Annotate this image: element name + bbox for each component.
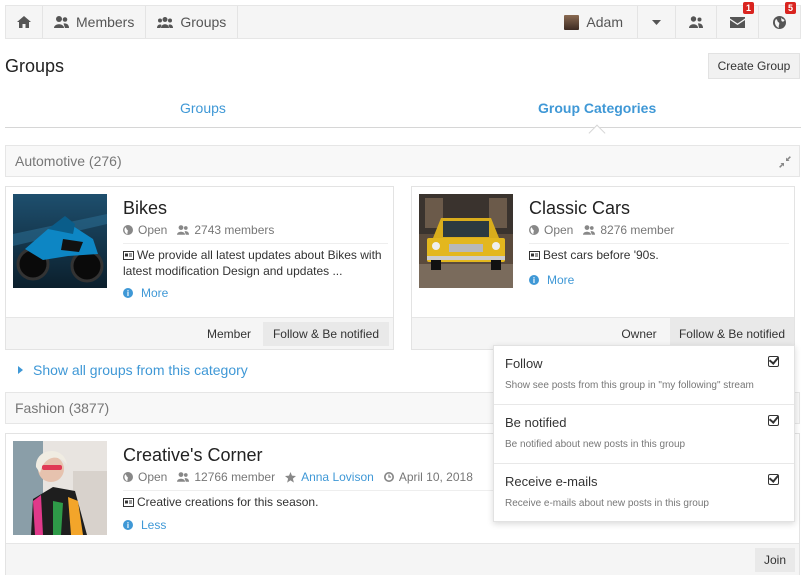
members-icon	[177, 472, 190, 482]
tab-bar: Groups Group Categories	[5, 94, 801, 128]
group-date: April 10, 2018	[398, 470, 473, 484]
user-avatar	[564, 14, 580, 30]
info-icon: i	[529, 275, 539, 285]
dropdown-item-be-notified[interactable]: Be notified Be notified about new posts …	[494, 405, 794, 464]
group-status: Open	[138, 470, 168, 484]
group-meta: Open 12766 member Anna Lovison April 10,…	[123, 470, 473, 484]
tab-groups[interactable]: Groups	[180, 100, 226, 116]
envelope-icon	[730, 16, 745, 28]
group-meta: Open 8276 member	[529, 223, 674, 237]
caret-right-icon	[18, 366, 23, 374]
show-all-groups-link[interactable]: Show all groups from this category	[18, 362, 248, 378]
create-group-button[interactable]: Create Group	[708, 53, 800, 79]
star-icon	[285, 471, 297, 483]
messages-badge: 1	[742, 2, 754, 14]
card-footer: Join	[6, 543, 799, 575]
home-button[interactable]	[6, 6, 43, 38]
top-navbar: Members Groups Adam 1 5	[5, 2, 801, 39]
description-icon	[529, 249, 540, 264]
follow-button[interactable]: Follow & Be notified	[263, 322, 389, 346]
user-menu[interactable]: Adam	[553, 6, 637, 38]
more-label: More	[547, 273, 575, 287]
globe-icon	[123, 225, 133, 235]
show-all-label: Show all groups from this category	[33, 362, 248, 378]
group-image-bikes[interactable]	[13, 194, 107, 288]
messages-button[interactable]: 1	[716, 2, 758, 38]
group-status: Open	[544, 223, 574, 237]
join-button[interactable]: Join	[755, 548, 795, 572]
group-title[interactable]: Bikes	[123, 198, 167, 219]
less-label: Less	[141, 518, 167, 532]
category-header-automotive[interactable]: Automotive (276)	[5, 145, 800, 177]
members-icon	[583, 225, 596, 235]
info-icon: i	[123, 520, 133, 530]
group-image-creatives-corner[interactable]	[13, 441, 107, 535]
description-icon	[123, 496, 134, 511]
globe-icon	[773, 15, 786, 29]
checkbox-checked-icon[interactable]	[768, 356, 779, 367]
group-meta: Open 2743 members	[123, 223, 274, 237]
group-card-classic-cars: Classic Cars Open 8276 member Best cars …	[411, 186, 795, 350]
group-status: Open	[138, 223, 168, 237]
dropdown-item-follow[interactable]: Follow Show see posts from this group in…	[494, 346, 794, 405]
less-link[interactable]: i Less	[123, 518, 166, 532]
option-title: Receive e-mails	[505, 474, 598, 489]
friends-button[interactable]	[675, 6, 716, 38]
description-icon	[123, 249, 134, 264]
members-label: Members	[76, 14, 135, 30]
groups-icon	[157, 16, 174, 28]
member-button[interactable]: Member	[198, 322, 260, 346]
page-title: Groups	[5, 56, 65, 76]
home-icon	[17, 16, 31, 28]
caret-down-icon	[652, 19, 661, 25]
follow-options-dropdown: Follow Show see posts from this group in…	[493, 345, 795, 522]
user-dropdown-toggle[interactable]	[637, 6, 675, 38]
group-title[interactable]: Creative's Corner	[123, 445, 262, 466]
info-icon: i	[123, 288, 133, 298]
members-nav[interactable]: Members	[43, 6, 147, 38]
option-title: Follow	[505, 356, 543, 371]
collapse-icon[interactable]	[779, 155, 791, 171]
group-description: Best cars before '90s.	[529, 243, 789, 264]
group-member-count: 12766 member	[194, 470, 276, 484]
users-icon	[689, 16, 703, 28]
card-footer: Member Follow & Be notified	[6, 317, 393, 349]
group-description: We provide all latest updates about Bike…	[123, 243, 388, 279]
checkbox-checked-icon[interactable]	[768, 474, 779, 485]
groups-label: Groups	[180, 14, 227, 30]
members-icon	[177, 225, 190, 235]
checkbox-checked-icon[interactable]	[768, 415, 779, 426]
group-member-count: 8276 member	[600, 223, 675, 237]
owner-button[interactable]: Owner	[610, 322, 668, 346]
option-description: Receive e-mails about new posts in this …	[505, 498, 709, 509]
group-title[interactable]: Classic Cars	[529, 198, 630, 219]
option-description: Show see posts from this group in "my fo…	[505, 380, 754, 391]
dropdown-item-receive-emails[interactable]: Receive e-mails Receive e-mails about ne…	[494, 464, 794, 523]
clock-icon	[383, 472, 394, 482]
group-card-bikes: Bikes Open 2743 members We provide all l…	[5, 186, 394, 350]
group-image-classic-cars[interactable]	[419, 194, 513, 288]
group-member-count: 2743 members	[194, 223, 275, 237]
members-icon	[54, 16, 69, 28]
category-title: Fashion (3877)	[15, 400, 110, 416]
notifications-badge: 5	[784, 2, 796, 14]
more-label: More	[141, 286, 169, 300]
groups-nav[interactable]: Groups	[146, 6, 239, 38]
option-title: Be notified	[505, 415, 567, 430]
category-title: Automotive (276)	[15, 153, 122, 169]
notifications-button[interactable]: 5	[758, 2, 800, 38]
group-description: Creative creations for this season.	[123, 490, 493, 511]
globe-icon	[529, 225, 539, 235]
option-description: Be notified about new posts in this grou…	[505, 439, 686, 450]
more-link[interactable]: i More	[123, 286, 168, 300]
more-link[interactable]: i More	[529, 273, 574, 287]
user-name: Adam	[586, 14, 623, 30]
group-owner-link[interactable]: Anna Lovison	[301, 470, 374, 484]
globe-icon	[123, 472, 133, 482]
tab-group-categories[interactable]: Group Categories	[538, 100, 656, 116]
